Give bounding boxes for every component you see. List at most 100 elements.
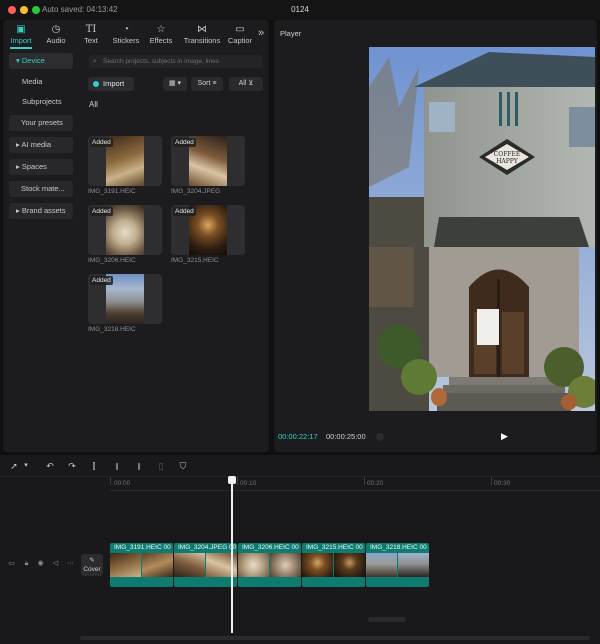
media-thumbnail[interactable]: Added [88,274,162,324]
clip-frame [238,553,269,577]
tab-audio[interactable]: ◷ Audio [39,22,73,48]
tab-label: Audio [46,36,66,45]
track-header: ▭ 🔒︎ ◉ ◁ ⋯ [0,545,78,583]
timeline-clip[interactable]: IMG_3218.HEIC 00 [366,543,429,587]
clip-frame [398,553,429,577]
search-placeholder: Search projects, subjects in image, line… [103,58,219,65]
timecode-toggle[interactable] [376,433,384,441]
text-icon: TI [85,24,97,35]
media-thumbnail[interactable]: Added [171,205,245,255]
grid-view-icon: ▦ ▾ [168,80,182,87]
redo-icon[interactable]: ↷ [66,460,78,472]
sidebar-item-spaces[interactable]: ▸ Spaces [9,159,73,175]
sort-icon: ≡ [212,80,217,87]
timeline-scrollbar[interactable] [80,636,590,640]
tick-line [110,477,111,485]
added-badge: Added [90,207,113,216]
media-filename: IMG_3218.HEIC [88,326,136,333]
media-thumbnail[interactable]: Added [88,136,162,186]
tab-bar: ▣ Import ◷ Audio TI Text ◔ Stickers ☆ Ef… [3,20,269,49]
tick-label: 00:20 [367,480,384,487]
timeline-clip[interactable]: IMG_3204.JPEG 00 [174,543,237,587]
filter-label: All [238,80,247,87]
tick-label: 00:30 [494,480,511,487]
time-ruler[interactable]: 00:00 00:10 00:20 00:30 [110,477,600,491]
filter-button[interactable]: All ⊻ [229,77,263,91]
tick-line [364,477,365,485]
sidebar-item-label: Subprojects [22,97,62,106]
import-label: Import [103,79,125,88]
timeline-clip[interactable]: IMG_3215.HEIC 00 [302,543,365,587]
timeline-clip[interactable]: IMG_3206.HEIC 00 [238,543,301,587]
clip-label: IMG_3206.HEIC 00 [242,544,299,551]
sidebar-item-label: Media [22,77,43,86]
chevron-down-icon[interactable]: ▾ [20,460,32,472]
player-panel: Player COFFEE HAPPY 00:00:22:17 00:00:25… [274,20,597,452]
track-thumbnail-icon[interactable]: ▭ [7,559,16,568]
volume-icon[interactable]: ◁ [51,559,60,568]
timeline-clip[interactable]: IMG_3191.HEIC 00 [110,543,173,587]
media-thumbnail[interactable]: Added [88,205,162,255]
shield-icon[interactable]: ⛉ [177,460,189,472]
undo-icon[interactable]: ↶ [44,460,56,472]
import-button[interactable]: Import [88,77,134,91]
tab-text[interactable]: TI Text [74,22,108,48]
clip-label: IMG_3191.HEIC 00 [114,544,171,551]
sidebar-item-label: Device [21,56,45,65]
sidebar-item-your-presets[interactable]: Your presets [9,115,73,131]
audio-icon: ◷ [51,24,61,35]
play-icon[interactable]: ▶ [501,431,511,441]
search-icon: ⌕ [93,58,97,65]
clip-frame [174,553,205,577]
more-tabs-icon[interactable]: » [255,26,267,40]
section-label: All [89,100,98,109]
sidebar-item-stock-materials[interactable]: Stock mate... [9,181,73,197]
tab-label: Captior [227,36,253,45]
tab-label: Text [84,36,98,45]
timeline-panel: ➚ ▾ ↶ ↷ ⫿ ⫾ ⫾ ▯ ⛉ 00:00 00:10 00:20 00:3… [0,455,600,644]
select-tool-icon[interactable]: ➚ [8,460,20,472]
media-filename: IMG_3191.HEIC [88,188,136,195]
delete-icon[interactable]: ▯ [155,460,167,472]
media-filename: IMG_3215.HEIC [171,257,219,264]
added-badge: Added [173,207,196,216]
media-filename: IMG_3206.HEIC [88,257,136,264]
clip-frame [366,553,397,577]
lock-icon[interactable]: 🔒︎ [22,559,31,568]
clip-label: IMG_3204.JPEG 00 [178,544,237,551]
tab-transitions[interactable]: ⋈ Transitions [182,22,222,48]
sidebar-item-brand-assets[interactable]: ▸ Brand assets [9,203,73,219]
playhead[interactable] [231,477,233,633]
clip-frame [110,553,141,577]
tab-label: Stickers [112,36,140,45]
added-badge: Added [173,138,196,147]
clip-label: IMG_3215.HEIC 00 [306,544,363,551]
search-input[interactable]: ⌕ Search projects, subjects in image, li… [89,55,263,68]
split-right-icon[interactable]: ⫾ [133,460,145,472]
tab-label: Import [10,36,32,45]
more-icon[interactable]: ⋯ [66,559,75,568]
added-badge: Added [90,138,113,147]
sidebar-item-ai-media[interactable]: ▸ AI media [9,137,73,153]
tick-line [491,477,492,485]
media-thumbnail[interactable]: Added [171,136,245,186]
sidebar-item-media[interactable]: Media [9,74,73,90]
sort-label: Sort [197,80,211,87]
sidebar-item-subprojects[interactable]: Subprojects [9,94,73,110]
clip-frame [270,553,301,577]
sidebar-item-label: AI media [21,140,52,149]
tab-import[interactable]: ▣ Import [4,22,38,49]
clip-label: IMG_3218.HEIC 00 [370,544,427,551]
tab-stickers[interactable]: ◔ Stickers [109,22,143,48]
tab-effects[interactable]: ☆ Effects [144,22,178,48]
video-preview[interactable]: COFFEE HAPPY [369,47,595,411]
view-mode-button[interactable]: ▦ ▾ [163,77,187,91]
split-left-icon[interactable]: ⫾ [111,460,123,472]
split-icon[interactable]: ⫿ [88,460,100,472]
sort-button[interactable]: Sort ≡ [191,77,223,91]
zoom-slider[interactable] [368,617,406,622]
eye-icon[interactable]: ◉ [36,559,45,568]
cover-button[interactable]: ✎ Cover [81,554,103,576]
tab-captions[interactable]: ▭ Captior [223,22,257,48]
sidebar-item-device[interactable]: ▾ Device [9,53,73,69]
